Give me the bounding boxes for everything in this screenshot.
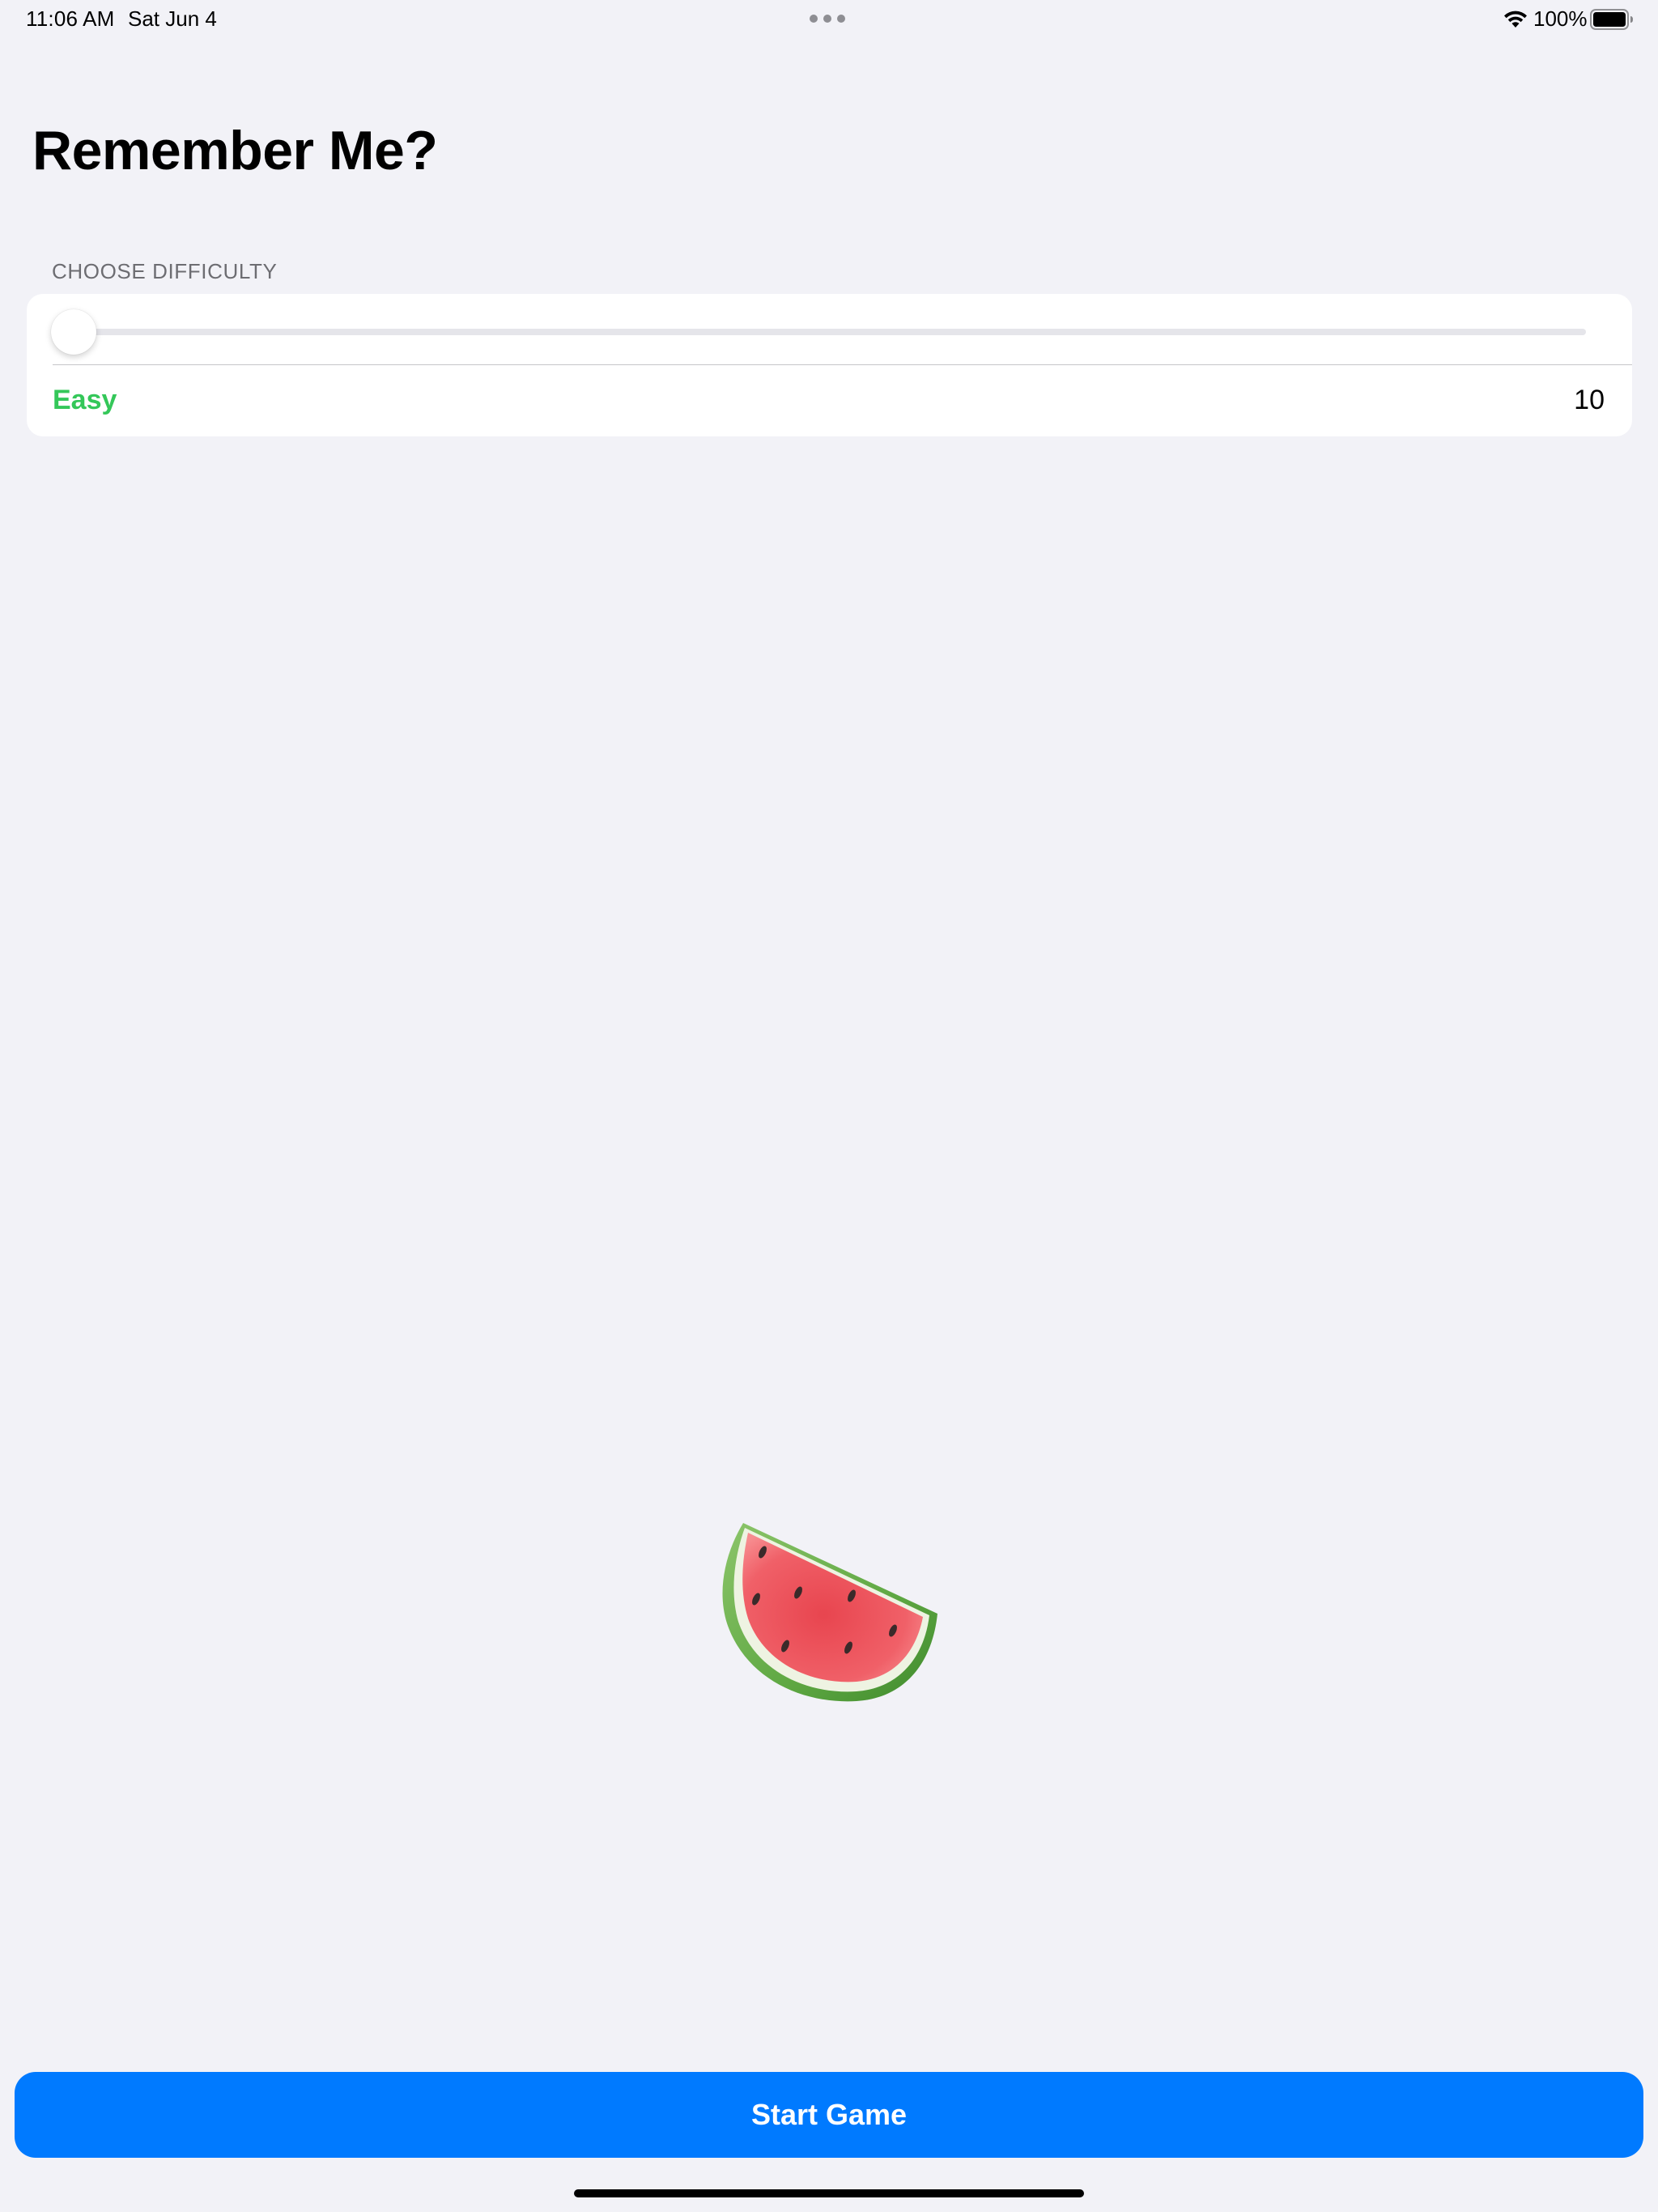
difficulty-value: 10	[1574, 385, 1605, 415]
battery-percentage: 100%	[1533, 6, 1588, 31]
difficulty-level-label: Easy	[53, 385, 117, 415]
status-bar: 11:06 AM Sat Jun 4 100%	[0, 0, 1658, 39]
status-date: Sat Jun 4	[128, 6, 217, 31]
page-title: Remember Me?	[32, 120, 438, 181]
wifi-icon	[1504, 11, 1527, 28]
difficulty-card: Easy 10	[27, 294, 1632, 436]
start-game-button[interactable]: Start Game	[15, 2072, 1643, 2158]
home-indicator[interactable]	[574, 2189, 1084, 2197]
watermelon-icon	[722, 1523, 937, 1702]
difficulty-slider[interactable]	[74, 329, 1586, 335]
difficulty-section-header: CHOOSE DIFFICULTY	[52, 259, 278, 283]
multitasking-dots-icon[interactable]	[810, 15, 845, 23]
divider	[53, 364, 1632, 365]
battery-icon	[1590, 9, 1633, 30]
status-time: 11:06 AM	[26, 6, 115, 31]
slider-thumb[interactable]	[51, 309, 96, 355]
